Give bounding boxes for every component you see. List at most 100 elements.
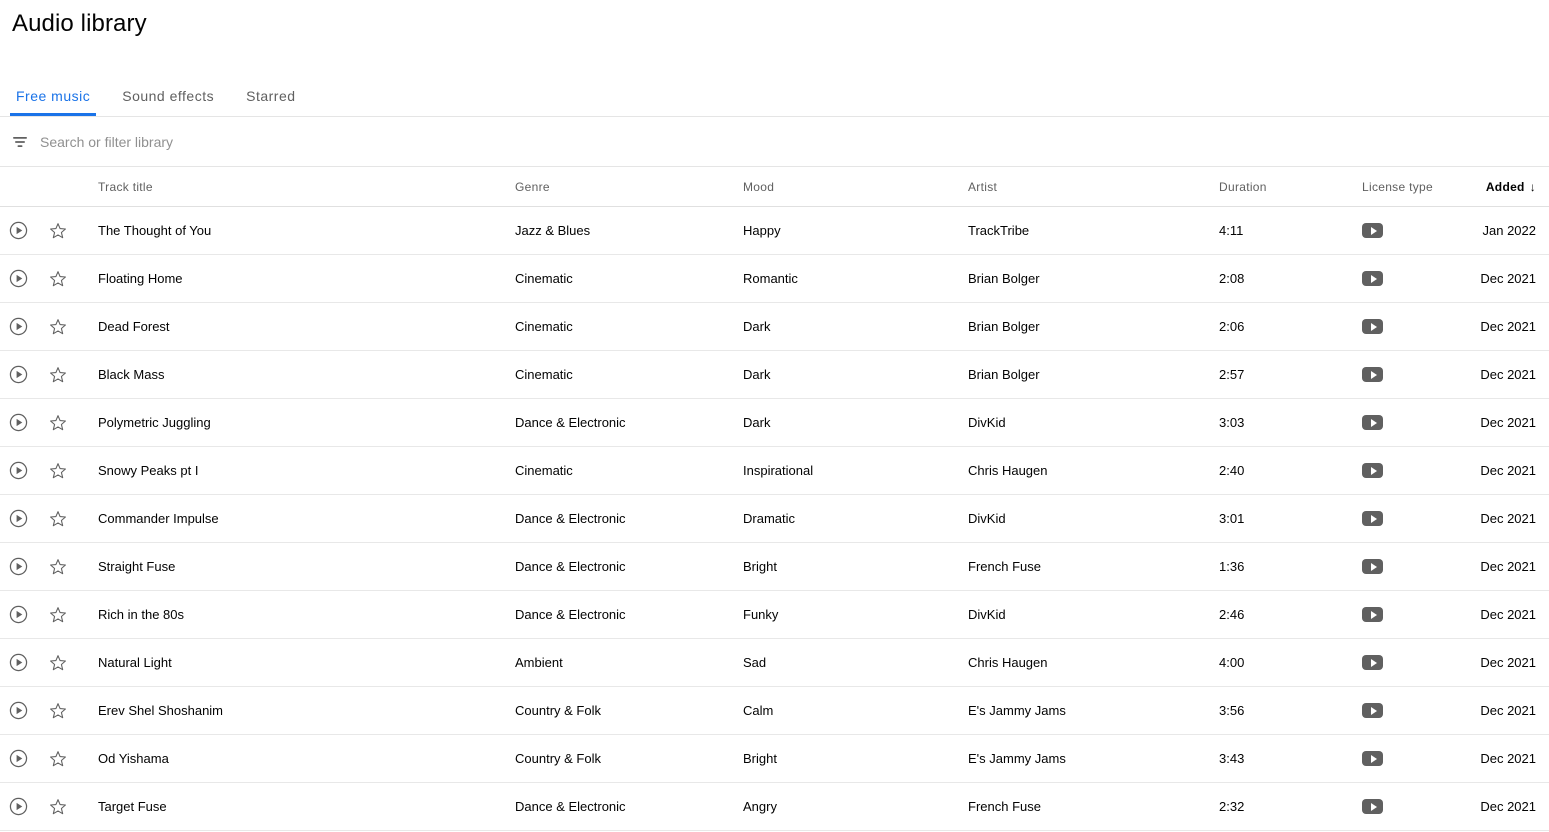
table-row[interactable]: The Thought of You Jazz & Blues Happy Tr… (0, 207, 1549, 255)
star-outline-icon[interactable] (34, 461, 82, 481)
cell-license-type (1362, 319, 1467, 334)
star-outline-icon[interactable] (34, 605, 82, 625)
audio-track-table: Track title Genre Mood Artist Duration L… (0, 167, 1549, 831)
column-header-artist[interactable]: Artist (968, 180, 1219, 194)
column-header-duration[interactable]: Duration (1219, 180, 1362, 194)
table-row[interactable]: Polymetric Juggling Dance & Electronic D… (0, 399, 1549, 447)
cell-license-type (1362, 799, 1467, 814)
table-row[interactable]: Floating Home Cinematic Romantic Brian B… (0, 255, 1549, 303)
cell-track-title: Polymetric Juggling (98, 415, 211, 430)
cell-genre: Country & Folk (515, 751, 601, 766)
cell-duration: 3:01 (1219, 511, 1245, 526)
tab-sound-effects[interactable]: Sound effects (106, 76, 230, 116)
column-header-mood[interactable]: Mood (743, 180, 968, 194)
table-row[interactable]: Commander Impulse Dance & Electronic Dra… (0, 495, 1549, 543)
star-outline-icon[interactable] (34, 317, 82, 337)
play-triangle-icon (1370, 658, 1377, 667)
tab-starred[interactable]: Starred (230, 76, 311, 116)
play-circle-icon[interactable] (2, 605, 34, 624)
table-row[interactable]: Rich in the 80s Dance & Electronic Funky… (0, 591, 1549, 639)
star-outline-icon[interactable] (34, 749, 82, 769)
tab-free-music[interactable]: Free music (0, 76, 106, 116)
cell-mood: Dramatic (743, 511, 796, 526)
play-circle-icon[interactable] (2, 653, 34, 672)
youtube-play-badge-icon (1362, 559, 1383, 574)
star-outline-icon[interactable] (34, 557, 82, 577)
table-row[interactable]: Target Fuse Dance & Electronic Angry Fre… (0, 783, 1549, 831)
youtube-play-badge-icon (1362, 607, 1383, 622)
play-circle-icon[interactable] (2, 701, 34, 720)
table-row[interactable]: Snowy Peaks pt I Cinematic Inspirational… (0, 447, 1549, 495)
cell-genre: Ambient (515, 655, 563, 670)
star-outline-icon[interactable] (34, 797, 82, 817)
cell-track-title: Commander Impulse (98, 511, 219, 526)
play-circle-icon[interactable] (2, 749, 34, 768)
column-header-license-type[interactable]: License type (1362, 180, 1467, 194)
star-outline-icon[interactable] (34, 269, 82, 289)
play-circle-icon[interactable] (2, 797, 34, 816)
cell-added: Dec 2021 (1480, 607, 1536, 622)
play-circle-icon[interactable] (2, 221, 34, 240)
play-circle-icon[interactable] (2, 413, 34, 432)
cell-artist: Brian Bolger (968, 367, 1040, 382)
cell-license-type (1362, 751, 1467, 766)
cell-mood: Dark (743, 367, 771, 382)
star-outline-icon[interactable] (34, 365, 82, 385)
table-row[interactable]: Dead Forest Cinematic Dark Brian Bolger … (0, 303, 1549, 351)
youtube-play-badge-icon (1362, 655, 1383, 670)
cell-duration: 4:11 (1219, 223, 1244, 238)
cell-artist: E's Jammy Jams (968, 703, 1066, 718)
cell-added: Dec 2021 (1480, 559, 1536, 574)
cell-license-type (1362, 511, 1467, 526)
table-header-row: Track title Genre Mood Artist Duration L… (0, 167, 1549, 207)
sort-descending-arrow-icon: ↓ (1529, 179, 1536, 194)
play-circle-icon[interactable] (2, 461, 34, 480)
cell-artist: Brian Bolger (968, 319, 1040, 334)
page-title: Audio library (12, 10, 147, 37)
cell-artist: French Fuse (968, 799, 1041, 814)
star-outline-icon[interactable] (34, 413, 82, 433)
play-triangle-icon (1370, 466, 1377, 475)
cell-artist: DivKid (968, 415, 1006, 430)
cell-track-title: Floating Home (98, 271, 183, 286)
play-circle-icon[interactable] (2, 269, 34, 288)
column-header-added[interactable]: Added ↓ (1467, 180, 1549, 194)
table-row[interactable]: Black Mass Cinematic Dark Brian Bolger 2… (0, 351, 1549, 399)
star-outline-icon[interactable] (34, 701, 82, 721)
star-outline-icon[interactable] (34, 509, 82, 529)
play-triangle-icon (1370, 514, 1377, 523)
cell-mood: Angry (743, 799, 777, 814)
play-circle-icon[interactable] (2, 509, 34, 528)
cell-mood: Sad (743, 655, 767, 670)
play-circle-icon[interactable] (2, 365, 34, 384)
table-row[interactable]: Straight Fuse Dance & Electronic Bright … (0, 543, 1549, 591)
cell-added: Dec 2021 (1480, 655, 1536, 670)
cell-track-title: Target Fuse (98, 799, 167, 814)
filter-list-icon[interactable] (0, 118, 40, 166)
cell-duration: 2:57 (1219, 367, 1245, 382)
cell-genre: Country & Folk (515, 703, 601, 718)
star-outline-icon[interactable] (34, 653, 82, 673)
cell-track-title: Straight Fuse (98, 559, 176, 574)
youtube-play-badge-icon (1362, 367, 1383, 382)
cell-added: Dec 2021 (1480, 511, 1536, 526)
column-header-genre[interactable]: Genre (515, 180, 743, 194)
table-row[interactable]: Erev Shel Shoshanim Country & Folk Calm … (0, 687, 1549, 735)
column-header-track-title[interactable]: Track title (82, 180, 515, 194)
play-circle-icon[interactable] (2, 557, 34, 576)
table-row[interactable]: Od Yishama Country & Folk Bright E's Jam… (0, 735, 1549, 783)
cell-license-type (1362, 367, 1467, 382)
youtube-play-badge-icon (1362, 703, 1383, 718)
cell-added: Dec 2021 (1480, 367, 1536, 382)
play-circle-icon[interactable] (2, 317, 34, 336)
cell-license-type (1362, 223, 1467, 238)
cell-license-type (1362, 271, 1467, 286)
cell-license-type (1362, 607, 1467, 622)
star-outline-icon[interactable] (34, 221, 82, 241)
cell-license-type (1362, 703, 1467, 718)
play-triangle-icon (1370, 802, 1377, 811)
search-input[interactable] (40, 122, 1549, 162)
cell-duration: 3:56 (1219, 703, 1245, 718)
table-row[interactable]: Natural Light Ambient Sad Chris Haugen 4… (0, 639, 1549, 687)
cell-artist: Brian Bolger (968, 271, 1040, 286)
